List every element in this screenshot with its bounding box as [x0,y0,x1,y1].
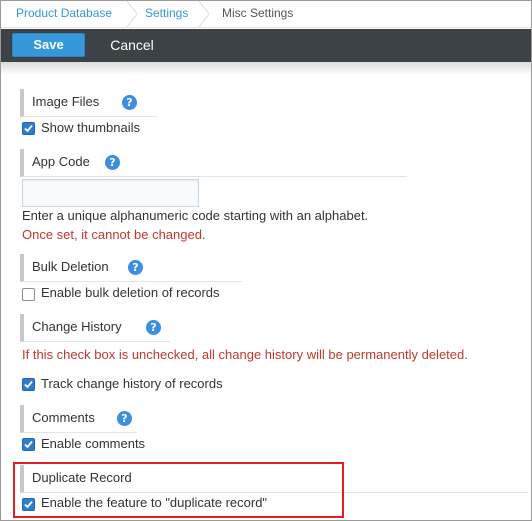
breadcrumb-product-database[interactable]: Product Database [16,1,112,27]
help-icon[interactable]: ? [128,260,143,275]
app-code-warning: Once set, it cannot be changed. [22,227,206,242]
highlight-box [13,462,344,518]
breadcrumb-separator-icon [125,1,139,27]
app-code-input[interactable] [22,179,199,207]
breadcrumb-misc-settings: Misc Settings [222,6,294,20]
section-title: App Code [32,154,90,169]
help-icon[interactable]: ? [122,95,137,110]
app-code-hint: Enter a unique alphanumeric code startin… [22,208,369,223]
save-button[interactable]: Save [12,33,85,57]
show-thumbnails-label[interactable]: Show thumbnails [41,120,140,135]
section-title: Change History [32,319,122,334]
bulk-deletion-label[interactable]: Enable bulk deletion of records [41,285,220,300]
track-change-history-label[interactable]: Track change history of records [41,376,223,391]
change-history-warning: If this check box is unchecked, all chan… [22,347,468,362]
enable-comments-checkbox[interactable] [22,438,35,451]
show-thumbnails-checkbox[interactable] [22,122,35,135]
checkmark-icon [24,440,33,449]
help-icon[interactable]: ? [117,411,132,426]
track-change-history-checkbox[interactable] [22,378,35,391]
section-title: Bulk Deletion [32,259,109,274]
help-icon[interactable]: ? [105,155,120,170]
checkmark-icon [24,380,33,389]
breadcrumb-settings[interactable]: Settings [145,1,188,27]
toolbar-shadow [1,62,531,75]
breadcrumb: Product Database Settings Misc Settings [1,1,531,28]
breadcrumb-separator-icon [197,1,211,27]
action-toolbar: Save Cancel [1,29,531,62]
section-title: Image Files [32,94,100,109]
section-header-app-code: App Code [20,149,407,177]
cancel-button[interactable]: Cancel [101,33,163,57]
section-title: Comments [32,410,95,425]
help-icon[interactable]: ? [146,320,161,335]
bulk-deletion-checkbox[interactable] [22,288,35,301]
checkmark-icon [24,124,33,133]
enable-comments-label[interactable]: Enable comments [41,436,145,451]
